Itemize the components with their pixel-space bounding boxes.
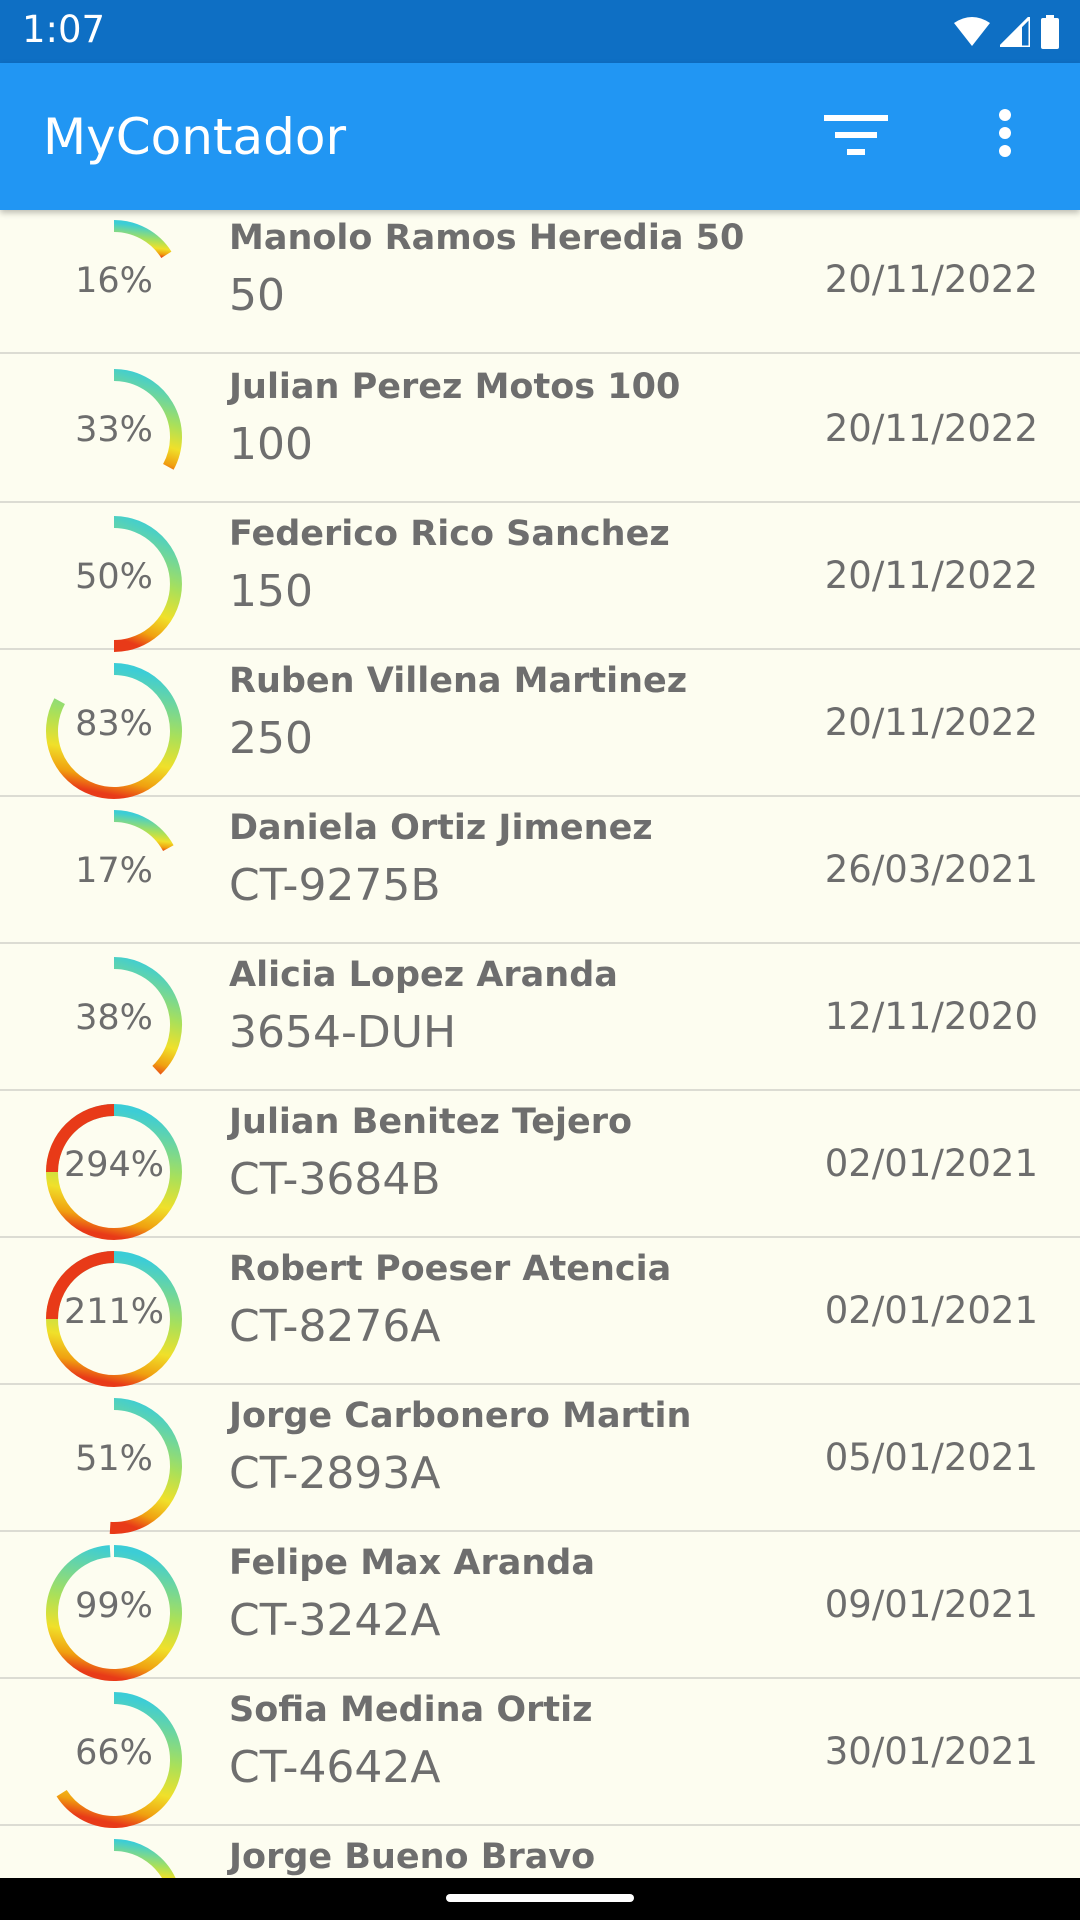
- record-date: 02/01/2021: [824, 1142, 1038, 1185]
- battery-icon: [1041, 15, 1059, 49]
- list-item[interactable]: 51% Jorge Carbonero Martin CT-2893A 05/01/2…: [0, 1386, 1080, 1534]
- record-name: Sofia Medina Ortiz: [229, 1690, 593, 1730]
- record-plate: 150: [229, 566, 313, 617]
- list-item[interactable]: 83% Ruben Villena Martinez 250 20/11/2022: [0, 651, 1080, 799]
- status-icons: [954, 12, 1060, 52]
- list-item[interactable]: 38% Alicia Lopez Aranda 3654-DUH 12/11/2020: [0, 945, 1080, 1091]
- record-name: Robert Poeser Atencia: [229, 1249, 672, 1289]
- progress-percent: 99%: [75, 1586, 153, 1626]
- progress-percent: 16%: [75, 261, 153, 301]
- filter-button[interactable]: [820, 107, 900, 167]
- record-date: 26/03/2021: [824, 848, 1038, 891]
- record-plate: CT-3684B: [229, 1154, 441, 1205]
- record-name: Jorge Carbonero Martin: [229, 1396, 692, 1436]
- list-item[interactable]: 211% Robert Poeser Atencia CT-8276A 02/01/2…: [0, 1239, 1080, 1387]
- more-options-button[interactable]: [980, 103, 1030, 173]
- record-date: 02/01/2021: [824, 1289, 1038, 1332]
- progress-percent: 38%: [75, 998, 153, 1038]
- record-date: 20/11/2022: [824, 258, 1038, 301]
- home-handle[interactable]: [446, 1894, 634, 1902]
- record-date: 09/01/2021: [824, 1583, 1038, 1626]
- record-plate: CT-2893A: [229, 1448, 441, 1499]
- record-date: 20/11/2022: [824, 701, 1038, 744]
- record-name: Daniela Ortiz Jimenez: [229, 808, 653, 848]
- wifi-icon: [954, 17, 990, 46]
- status-time: 1:07: [22, 8, 106, 51]
- list-item[interactable]: 50% Federico Rico Sanchez 150 20/11/2022: [0, 504, 1080, 652]
- list-item[interactable]: 17% Daniela Ortiz Jimenez CT-9275B 26/03/20…: [0, 798, 1080, 944]
- record-name: Ruben Villena Martinez: [229, 661, 688, 701]
- more-vert-icon: [999, 109, 1011, 157]
- record-date: 12/11/2020: [824, 995, 1038, 1038]
- record-plate: CT-4642A: [229, 1742, 441, 1793]
- record-name: Julian Benitez Tejero: [229, 1102, 633, 1142]
- progress-percent: 50%: [75, 557, 153, 597]
- record-name: Jorge Bueno Bravo: [229, 1837, 596, 1877]
- app-bar: MyContador: [0, 63, 1080, 210]
- record-plate: CT-8276A: [229, 1301, 441, 1352]
- record-name: Federico Rico Sanchez: [229, 514, 670, 554]
- filter-icon: [824, 115, 888, 155]
- record-name: Alicia Lopez Aranda: [229, 955, 618, 995]
- progress-percent: 33%: [75, 410, 153, 450]
- record-date: 05/01/2021: [824, 1436, 1038, 1479]
- list-item[interactable]: 66% Sofia Medina Ortiz CT-4642A 30/01/2021: [0, 1680, 1080, 1828]
- record-name: Manolo Ramos Heredia 50: [229, 218, 745, 258]
- status-bar: 1:07: [0, 0, 1080, 63]
- record-plate: CT-3242A: [229, 1595, 441, 1646]
- record-date: 20/11/2022: [824, 554, 1038, 597]
- list-item[interactable]: Jorge Bueno Bravo: [0, 1827, 1080, 1878]
- list-item[interactable]: 99% Felipe Max Aranda CT-3242A 09/01/2021: [0, 1533, 1080, 1681]
- signal-icon: [1000, 17, 1030, 47]
- record-name: Julian Perez Motos 100: [229, 367, 681, 407]
- record-date: 20/11/2022: [824, 407, 1038, 450]
- list-item[interactable]: 16% Manolo Ramos Heredia 50 50 20/11/2022: [0, 210, 1080, 354]
- record-list[interactable]: 16% Manolo Ramos Heredia 50 50 20/11/2022 33…: [0, 210, 1080, 1878]
- record-plate: 100: [229, 419, 313, 470]
- record-plate: 3654-DUH: [229, 1007, 457, 1058]
- progress-percent: 66%: [75, 1733, 153, 1773]
- app-title: MyContador: [43, 108, 347, 166]
- progress-percent: 83%: [75, 704, 153, 744]
- record-name: Felipe Max Aranda: [229, 1543, 595, 1583]
- progress-percent: 51%: [75, 1439, 153, 1479]
- list-item[interactable]: 33% Julian Perez Motos 100 100 20/11/2022: [0, 357, 1080, 503]
- record-plate: 250: [229, 713, 313, 764]
- record-plate: 50: [229, 270, 285, 321]
- progress-percent: 294%: [63, 1145, 165, 1185]
- progress-percent: 211%: [63, 1292, 165, 1332]
- record-date: 30/01/2021: [824, 1730, 1038, 1773]
- progress-percent: 17%: [75, 851, 153, 891]
- navigation-bar: [0, 1878, 1080, 1920]
- progress-percent: [40, 1827, 188, 1878]
- list-item[interactable]: 294% Julian Benitez Tejero CT-3684B 02/01/2…: [0, 1092, 1080, 1240]
- record-plate: CT-9275B: [229, 860, 441, 911]
